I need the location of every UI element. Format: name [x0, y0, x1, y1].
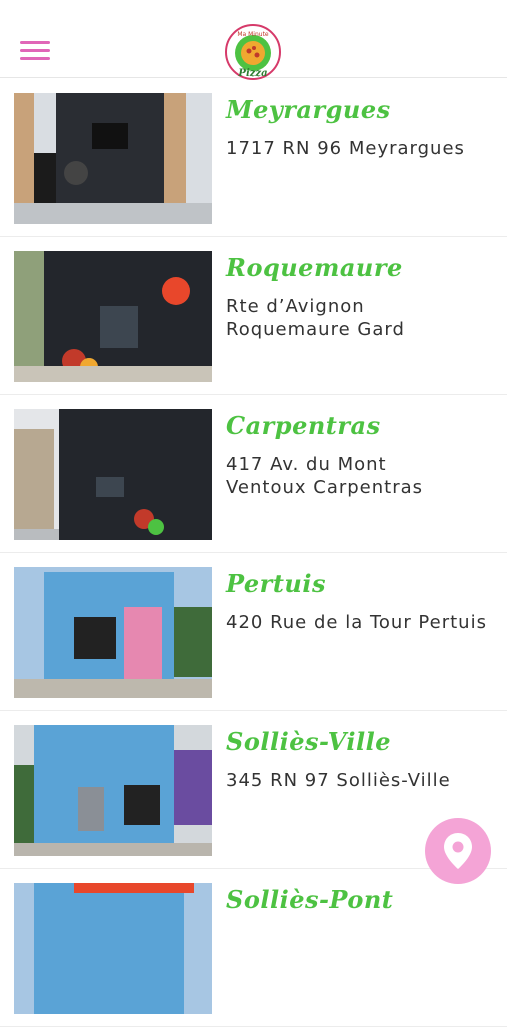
map-pin-button[interactable] — [425, 818, 491, 884]
location-address: 345 RN 97 Solliès-Ville — [226, 770, 451, 791]
svg-text:Ma Minute: Ma Minute — [237, 31, 269, 38]
location-list: Meyrargues 1717 RN 96 Meyrargues Roquema… — [0, 79, 507, 1027]
location-card-sollies-pont[interactable]: Solliès-Pont — [0, 869, 507, 1027]
location-card-pertuis[interactable]: Pertuis 420 Rue de la Tour Pertuis — [0, 553, 507, 711]
kiosk-photo — [14, 409, 212, 540]
location-card-roquemaure[interactable]: Roquemaure Rte d’Avignon Roquemaure Gard — [0, 237, 507, 395]
location-address: 1717 RN 96 Meyrargues — [226, 138, 465, 159]
hamburger-menu-icon[interactable] — [20, 41, 50, 63]
location-card-carpentras[interactable]: Carpentras 417 Av. du Mont Ventoux Carpe… — [0, 395, 507, 553]
kiosk-photo — [14, 725, 212, 856]
location-city: Carpentras — [226, 411, 381, 440]
kiosk-photo — [14, 93, 212, 224]
location-city: Pertuis — [226, 569, 326, 598]
location-address: Rte d’Avignon Roquemaure Gard — [226, 296, 405, 340]
kiosk-photo — [14, 567, 212, 698]
location-card-meyrargues[interactable]: Meyrargues 1717 RN 96 Meyrargues — [0, 79, 507, 237]
location-city: Solliès-Ville — [226, 727, 392, 756]
location-city: Meyrargues — [226, 95, 391, 124]
pizza-logo[interactable]: Ma Minute Pizza — [225, 24, 281, 80]
map-pin-icon — [444, 833, 472, 869]
location-address: 417 Av. du Mont Ventoux Carpentras — [226, 454, 424, 498]
location-city: Roquemaure — [226, 253, 403, 282]
location-address: 420 Rue de la Tour Pertuis — [226, 612, 487, 633]
kiosk-photo — [14, 883, 212, 1014]
svg-text:Pizza: Pizza — [237, 68, 267, 79]
kiosk-photo — [14, 251, 212, 382]
app-header: Ma Minute Pizza — [0, 0, 507, 80]
